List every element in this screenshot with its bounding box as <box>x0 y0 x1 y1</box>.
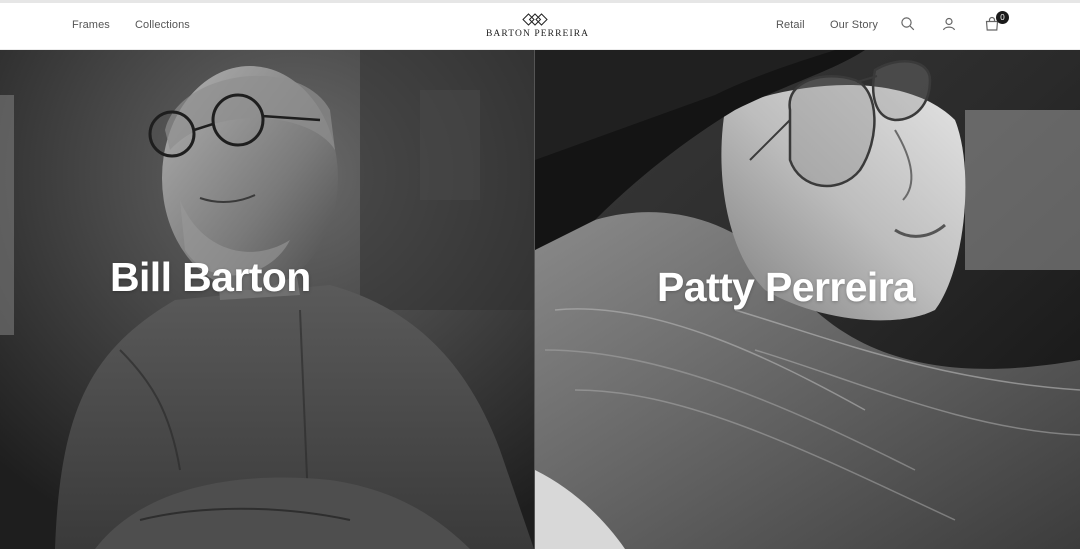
bill-barton-panel[interactable]: Bill Barton <box>0 50 534 549</box>
nav-collections-link[interactable]: Collections <box>135 19 190 31</box>
patty-perreira-name: Patty Perreira <box>657 264 916 310</box>
cart-button[interactable]: 0 <box>984 11 1009 36</box>
cart-count-badge: 0 <box>996 11 1009 24</box>
patty-perreira-panel[interactable]: Patty Perreira <box>535 50 1080 549</box>
bill-barton-name: Bill Barton <box>110 254 311 300</box>
logo-emblem-icon <box>522 13 548 26</box>
account-icon[interactable] <box>941 16 961 36</box>
nav-retail-link[interactable]: Retail <box>776 19 805 31</box>
nav-frames-link[interactable]: Frames <box>72 19 110 31</box>
brand-logo[interactable]: BARTON PERREIRA <box>486 13 590 43</box>
logo-wordmark: BARTON PERREIRA <box>486 29 590 39</box>
nav-our-story-link[interactable]: Our Story <box>830 19 878 31</box>
site-header: Frames Collections BARTON PERREIRA Retai… <box>0 3 1080 50</box>
search-icon[interactable] <box>900 16 920 36</box>
